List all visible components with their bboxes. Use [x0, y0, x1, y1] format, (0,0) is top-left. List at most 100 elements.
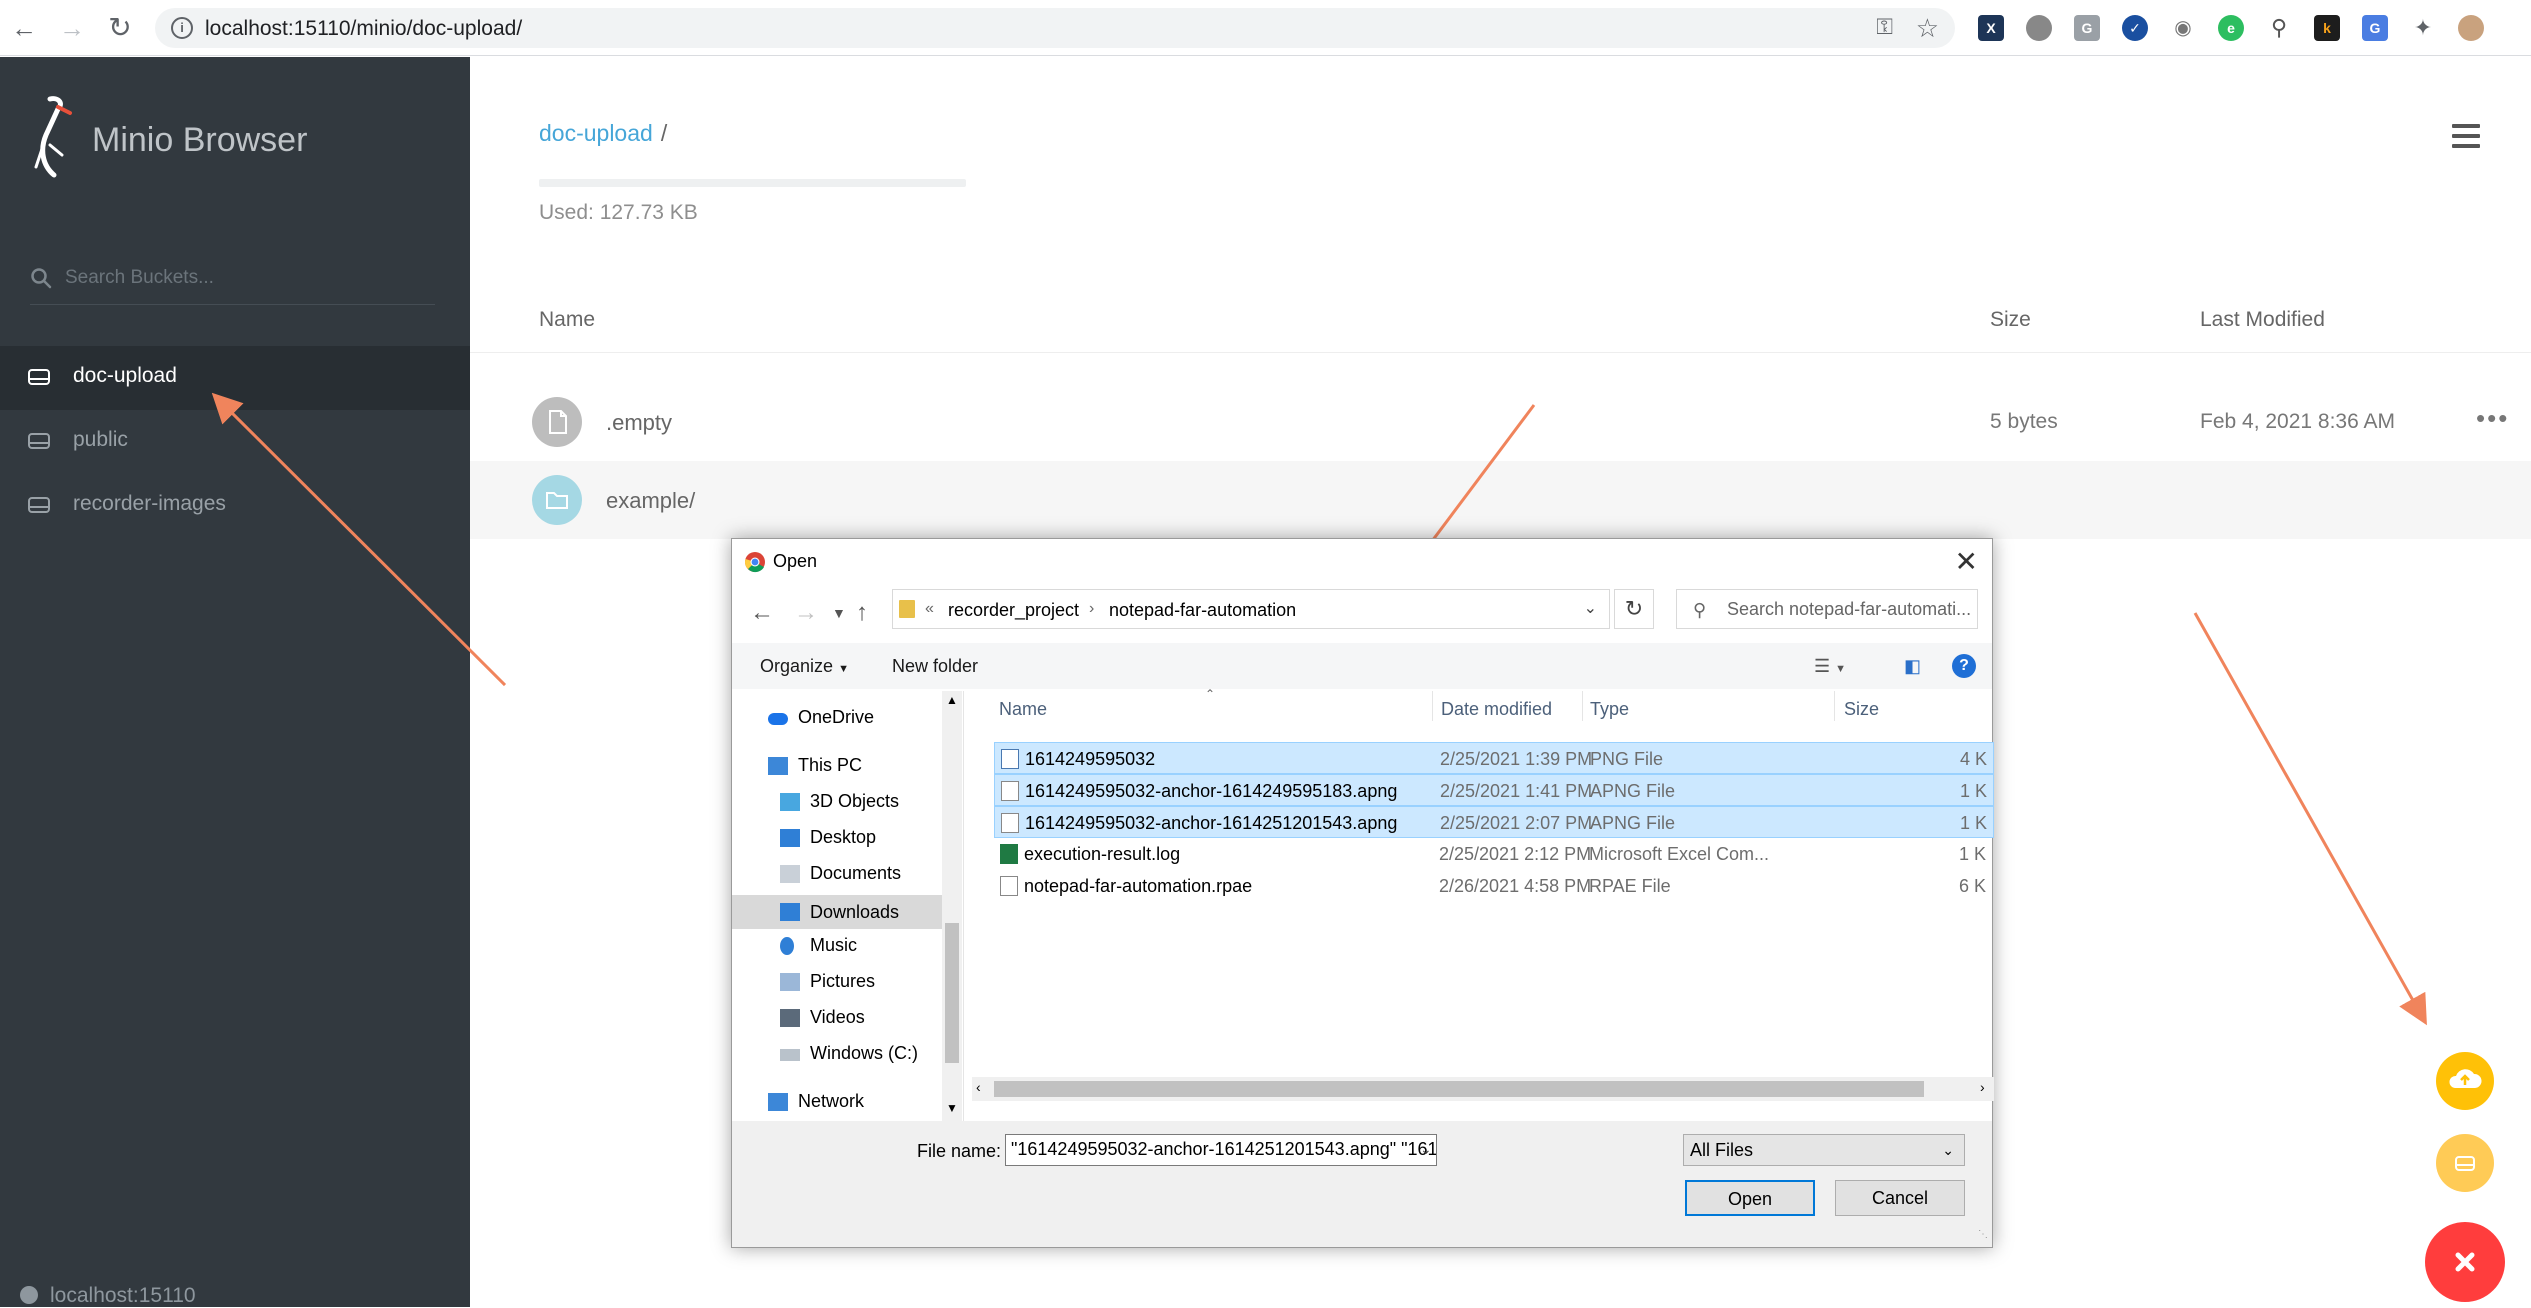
camera-ext-icon[interactable]: ◉ — [2170, 15, 2196, 41]
new-folder-button[interactable]: New folder — [892, 656, 978, 677]
file-type-filter[interactable]: All Files ⌄ — [1683, 1134, 1965, 1166]
column-divider[interactable] — [1834, 691, 1835, 721]
file-icon — [532, 397, 582, 447]
tree-item-pictures[interactable]: Pictures — [780, 971, 950, 997]
file-row[interactable]: 1614249595032-anchor-1614249595183.apng … — [994, 774, 1994, 806]
resize-grip-icon[interactable]: ⋱ — [1978, 1229, 1988, 1240]
check-ext-icon[interactable]: ✓ — [2122, 15, 2148, 41]
breadcrumb-bucket[interactable]: doc-upload — [539, 120, 653, 146]
object-name[interactable]: example/ — [606, 488, 695, 514]
scrollbar-thumb[interactable] — [945, 923, 959, 1063]
file-row[interactable]: execution-result.log 2/25/2021 2:12 PM M… — [994, 838, 1994, 870]
object-name[interactable]: .empty — [606, 410, 672, 436]
tree-item-this-pc[interactable]: This PC — [768, 755, 948, 781]
recent-dropdown-icon[interactable]: ▼ — [832, 605, 846, 621]
back-icon[interactable]: ← — [10, 14, 38, 42]
horizontal-scrollbar[interactable]: ‹ › — [972, 1077, 1994, 1101]
tree-item-documents[interactable]: Documents — [780, 863, 950, 889]
profile-avatar[interactable] — [2458, 15, 2484, 41]
tree-item-network[interactable]: Network — [768, 1091, 948, 1117]
pictures-icon — [780, 973, 800, 991]
menu-icon[interactable] — [2452, 124, 2480, 148]
column-header-name[interactable]: Name — [539, 308, 595, 332]
up-icon[interactable]: ↑ — [856, 599, 868, 627]
translate-icon[interactable]: G — [2362, 15, 2388, 41]
jira-icon[interactable]: X — [1978, 15, 2004, 41]
file-row[interactable]: 1614249595032 2/25/2021 1:39 PM PNG File… — [994, 742, 1994, 774]
column-header-date[interactable]: Date modified — [1441, 699, 1552, 720]
close-icon[interactable]: ✕ — [1955, 545, 1978, 578]
preview-pane-icon[interactable]: ◧ — [1904, 656, 1921, 677]
path-segment[interactable]: recorder_project — [948, 600, 1079, 621]
close-menu-button[interactable] — [2425, 1222, 2505, 1302]
key-icon[interactable]: ⚿ — [1876, 14, 1893, 40]
open-button[interactable]: Open — [1685, 1180, 1815, 1216]
sidebar-item-recorder-images[interactable]: recorder-images — [0, 474, 470, 538]
breadcrumb-separator: / — [660, 120, 668, 146]
back-icon[interactable]: ← — [750, 599, 774, 627]
address-bar[interactable]: i localhost:15110/minio/doc-upload/ ⚿ ☆ — [155, 8, 1955, 48]
tree-item-music[interactable]: Music — [780, 935, 950, 961]
bookmark-star-icon[interactable]: ☆ — [1916, 13, 1939, 44]
tree-item-downloads[interactable]: Downloads — [732, 895, 942, 929]
tree-item-3d-objects[interactable]: 3D Objects — [780, 791, 950, 817]
forward-icon[interactable]: → — [794, 599, 818, 627]
chevron-down-icon[interactable]: ⌄ — [1584, 598, 1597, 618]
host-label: localhost:15110 — [50, 1284, 196, 1307]
more-actions-icon[interactable]: ••• — [2476, 403, 2509, 434]
drive-icon — [28, 369, 50, 385]
overflow-chevron-icon[interactable]: « — [925, 600, 934, 618]
column-header-name[interactable]: Name — [999, 699, 1047, 720]
column-divider[interactable] — [1432, 691, 1433, 721]
cancel-button[interactable]: Cancel — [1835, 1180, 1965, 1216]
object-row[interactable]: .empty 5 bytes Feb 4, 2021 8:36 AM ••• — [470, 383, 2531, 461]
grammarly-icon[interactable]: G — [2074, 15, 2100, 41]
upload-file-button[interactable] — [2436, 1052, 2494, 1110]
sidebar-item-doc-upload[interactable]: doc-upload — [0, 346, 470, 410]
path-bar[interactable]: « recorder_project › notepad-far-automat… — [892, 589, 1610, 629]
tree-item-videos[interactable]: Videos — [780, 1007, 950, 1033]
tree-label: 3D Objects — [810, 791, 900, 811]
view-options-icon[interactable]: ☰ ▼ — [1814, 656, 1846, 677]
chevron-down-icon[interactable]: ⌄ — [1420, 1141, 1432, 1158]
tree-item-desktop[interactable]: Desktop — [780, 827, 950, 853]
drive-icon — [28, 433, 50, 449]
evernote-icon[interactable]: e — [2218, 15, 2244, 41]
circle-ext-icon[interactable] — [2026, 15, 2052, 41]
chevron-right-icon[interactable]: › — [1089, 600, 1094, 618]
organize-menu[interactable]: Organize ▼ — [760, 656, 849, 677]
scroll-right-icon[interactable]: › — [1980, 1079, 1985, 1095]
puzzle-icon[interactable]: ✦ — [2410, 15, 2436, 41]
tree-item-windows-c[interactable]: Windows (C:) — [780, 1043, 950, 1069]
k-ext-icon[interactable]: k — [2314, 15, 2340, 41]
column-header-modified[interactable]: Last Modified — [2200, 308, 2325, 332]
tree-scrollbar[interactable]: ▲ ▼ — [942, 691, 962, 1121]
scroll-up-icon[interactable]: ▲ — [946, 693, 958, 707]
refresh-button[interactable]: ↻ — [1614, 589, 1654, 629]
reload-icon[interactable]: ↻ — [106, 14, 134, 42]
bucket-search-input[interactable] — [65, 263, 425, 293]
create-bucket-button[interactable] — [2436, 1134, 2494, 1192]
tree-item-onedrive[interactable]: OneDrive — [768, 707, 948, 733]
folder-search-input[interactable] — [1727, 598, 1975, 620]
column-header-size[interactable]: Size — [1990, 308, 2031, 332]
object-row[interactable]: example/ — [470, 461, 2531, 539]
scroll-left-icon[interactable]: ‹ — [976, 1079, 981, 1095]
column-divider[interactable] — [1582, 691, 1583, 721]
file-row[interactable]: 1614249595032-anchor-1614251201543.apng … — [994, 806, 1994, 838]
scroll-down-icon[interactable]: ▼ — [946, 1101, 958, 1115]
sidebar-item-public[interactable]: public — [0, 410, 470, 474]
url-text[interactable]: localhost:15110/minio/doc-upload/ — [205, 17, 522, 41]
column-header-size[interactable]: Size — [1844, 699, 1879, 720]
file-name-input[interactable]: "1614249595032-anchor-1614251201543.apng… — [1005, 1134, 1437, 1166]
desktop-icon — [780, 829, 800, 847]
column-header-type[interactable]: Type — [1590, 699, 1629, 720]
help-icon[interactable]: ? — [1952, 654, 1976, 678]
forward-icon[interactable]: → — [58, 14, 86, 42]
info-icon[interactable]: i — [171, 17, 193, 39]
scrollbar-thumb[interactable] — [994, 1081, 1924, 1097]
path-segment[interactable]: notepad-far-automation — [1109, 600, 1296, 621]
file-row[interactable]: notepad-far-automation.rpae 2/26/2021 4:… — [994, 870, 1994, 902]
excel-file-icon — [1000, 844, 1018, 864]
zoom-ext-icon[interactable]: ⚲ — [2266, 15, 2292, 41]
